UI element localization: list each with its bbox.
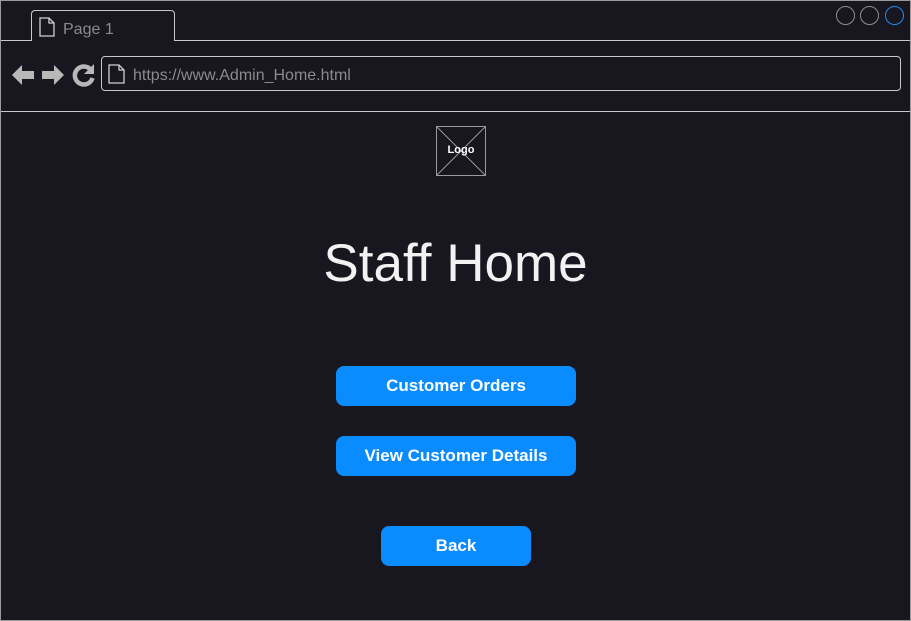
close-button[interactable] — [885, 6, 904, 25]
address-bar[interactable]: https://www.Admin_Home.html — [101, 56, 901, 91]
browser-tab[interactable]: Page 1 — [31, 10, 175, 41]
forward-arrow-icon[interactable] — [41, 63, 65, 87]
url-text[interactable]: https://www.Admin_Home.html — [133, 67, 351, 85]
view-customer-details-button[interactable]: View Customer Details — [336, 436, 576, 476]
logo-placeholder: Logo — [436, 126, 486, 176]
toolbar-divider — [1, 111, 910, 112]
tab-divider — [1, 40, 31, 41]
back-arrow-icon[interactable] — [11, 63, 35, 87]
customer-orders-button[interactable]: Customer Orders — [336, 366, 576, 406]
page-title: Staff Home — [323, 234, 588, 293]
tab-label: Page 1 — [63, 21, 114, 38]
logo-label: Logo — [447, 144, 475, 156]
page-icon — [108, 64, 125, 84]
minimize-button[interactable] — [836, 6, 855, 25]
maximize-button[interactable] — [860, 6, 879, 25]
page-icon — [39, 17, 55, 37]
browser-window: Page 1 https://www.Admin_Home.html Logo … — [0, 0, 911, 621]
reload-icon[interactable] — [72, 63, 96, 87]
back-button[interactable]: Back — [381, 526, 531, 566]
tab-divider — [175, 40, 910, 41]
